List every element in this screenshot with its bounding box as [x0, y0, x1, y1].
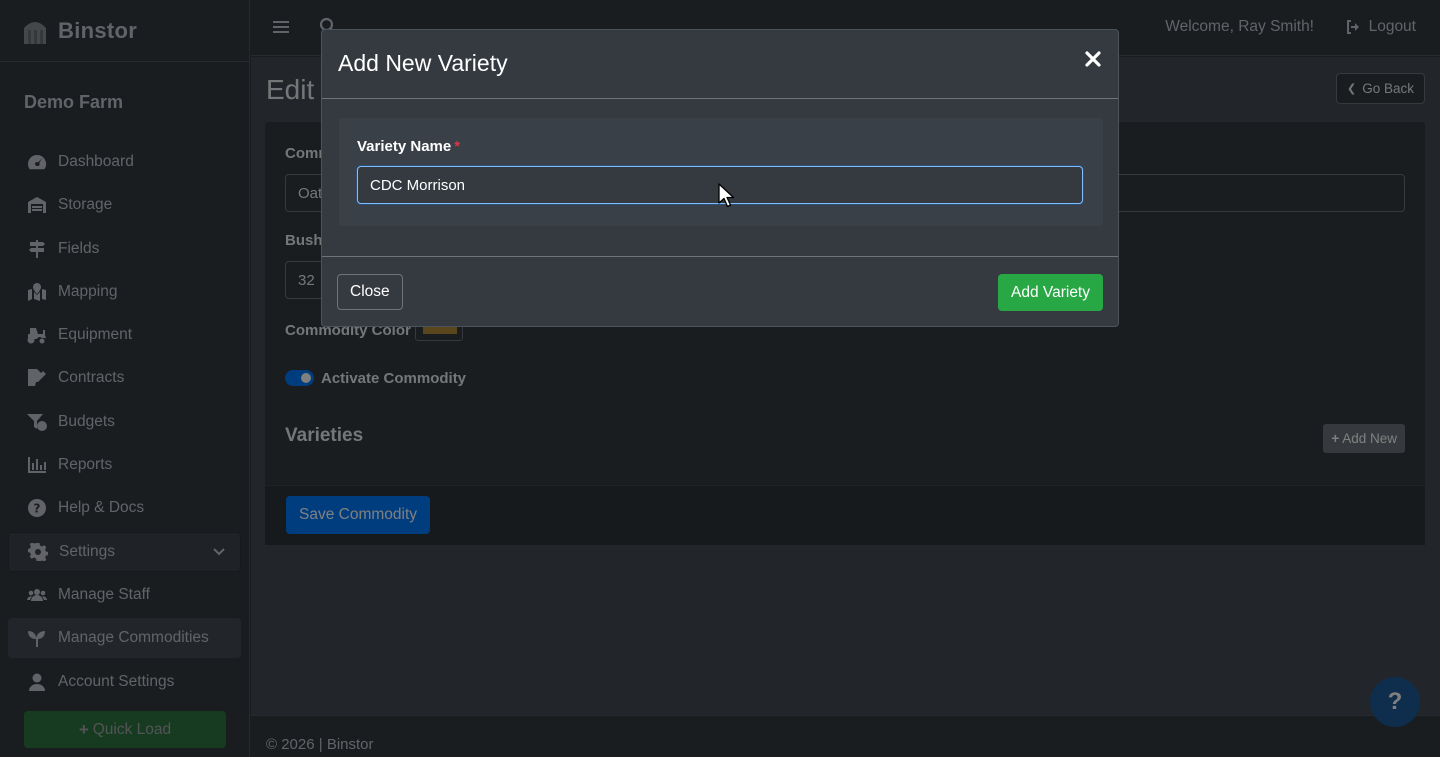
close-icon[interactable] [1084, 50, 1102, 68]
modal-title: Add New Variety [338, 50, 508, 76]
modal-header: Add New Variety [322, 30, 1118, 99]
add-variety-button[interactable]: Add Variety [998, 274, 1103, 311]
variety-name-label: Variety Name * [357, 138, 460, 155]
modal-body: Variety Name * [339, 118, 1103, 226]
modal-footer: Close Add Variety [322, 256, 1118, 326]
mouse-pointer-icon [718, 183, 735, 208]
required-mark: * [454, 138, 461, 155]
close-button[interactable]: Close [337, 274, 403, 310]
add-variety-modal: Add New Variety Variety Name* Close Add … [321, 29, 1119, 327]
variety-name-label-text: Variety Name [357, 138, 452, 155]
